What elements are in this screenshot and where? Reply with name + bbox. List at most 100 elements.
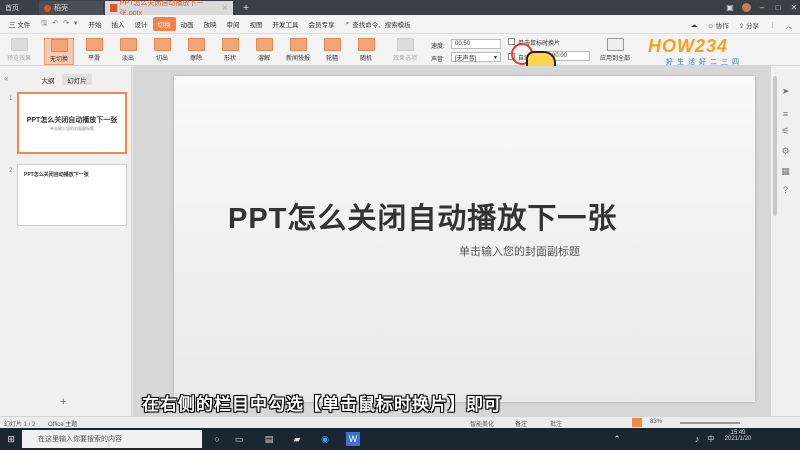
tray-icons[interactable]: ⌃ [610, 432, 624, 446]
transition-newsflash[interactable]: 新闻快报 [283, 38, 313, 65]
slide-thumbnail-2[interactable]: PPT怎么关闭自动播放下一张 [17, 164, 127, 226]
tab-document[interactable]: PPT怎么关闭自动播放下一张.pptx ✕ [105, 0, 233, 17]
adjust-icon[interactable]: ≡ [780, 108, 791, 119]
grid-icon[interactable]: ▦ [780, 166, 791, 177]
settings-icon[interactable]: ⚙ [780, 146, 791, 157]
collab-button[interactable]: ☺ 协作 [707, 20, 728, 30]
more-options-icon[interactable]: ⋮ [769, 21, 776, 29]
quick-access-icons: 🖫 ↶ ↷ ▾ [41, 19, 77, 30]
transition-fade[interactable]: 淡出 [113, 38, 143, 65]
thumb-title: PPT怎么关闭自动播放下一张 [24, 172, 89, 178]
menu-right-group: ☁ ☺ 协作 ⇪ 分享 ⋮ ︿ [691, 15, 792, 34]
menu-home[interactable]: 开始 [84, 17, 107, 31]
more-icon[interactable]: ▾ [74, 19, 78, 30]
transition-label: 擦除 [189, 56, 202, 62]
clock[interactable]: 15:49 2021/1/20 [718, 430, 758, 442]
avatar[interactable] [738, 0, 754, 15]
tab-home-label: 首页 [5, 5, 19, 12]
collapse-ribbon-icon[interactable]: ︿ [786, 20, 793, 30]
slide-canvas[interactable]: PPT怎么关闭自动播放下一张 单击输入您的封面副标题 [174, 76, 755, 402]
select-icon[interactable]: ➤ [780, 86, 791, 97]
store-icon[interactable]: ▤ [262, 432, 276, 446]
transition-shape[interactable]: 形状 [215, 38, 245, 65]
menu-design[interactable]: 设计 [130, 17, 153, 31]
wps-icon[interactable]: W [346, 432, 360, 446]
cloud-icon[interactable]: ☁ [691, 21, 698, 29]
tab-slides[interactable]: 幻灯片 [62, 74, 92, 85]
minimize-icon[interactable]: – [754, 0, 770, 15]
tab-docer[interactable]: 稻壳 [39, 1, 103, 15]
menu-animation[interactable]: 动画 [176, 17, 199, 31]
transition-smooth[interactable]: 平滑 [79, 38, 109, 65]
play-icon[interactable] [632, 418, 642, 427]
menu-transitions[interactable]: 切换 [152, 17, 176, 31]
zoom-level: 83% [650, 419, 663, 425]
help-icon[interactable]: ? [780, 184, 791, 195]
preview-icon [10, 38, 28, 51]
save-icon[interactable]: 🖫 [41, 19, 47, 30]
transition-random[interactable]: 随机 [351, 38, 381, 65]
transition-wheel[interactable]: 轮辐 [317, 38, 347, 65]
language-indicator[interactable]: 中 [704, 432, 718, 446]
cortana-icon[interactable]: ○ [210, 432, 224, 446]
close-tab-icon[interactable]: ✕ [222, 4, 228, 12]
collab-label: 协作 [715, 22, 729, 30]
transition-label: 随机 [359, 56, 372, 62]
effect-options-button[interactable]: 效果选项 [390, 38, 420, 65]
taskbar-search[interactable]: 在这里输入你要搜索的内容 [22, 430, 202, 448]
menu-review[interactable]: 审阅 [222, 17, 245, 31]
sound-select[interactable]: [无声音] ▾ [451, 52, 501, 62]
transition-none[interactable]: 无切换 [44, 38, 74, 65]
smart-beautify-button[interactable]: 智能美化 [470, 419, 494, 428]
transition-label: 淡出 [121, 56, 134, 62]
new-tab-button[interactable]: + [238, 1, 254, 15]
collab-icon: ☺ [707, 22, 714, 30]
speed-label: 速度: [431, 44, 445, 50]
speed-field[interactable]: 00.50 [451, 39, 501, 49]
notes-button[interactable]: 备注 [515, 419, 527, 428]
video-caption: 在右侧的栏目中勾选【单击鼠标时换片】即可 [142, 395, 502, 414]
task-view-icon[interactable]: ▭ [232, 432, 246, 446]
transition-cut[interactable]: 切出 [147, 38, 177, 65]
maximize-icon[interactable]: □ [770, 0, 786, 15]
tab-home[interactable]: 首页 [0, 1, 38, 15]
redo-icon[interactable]: ↷ [63, 19, 69, 30]
file-menu[interactable]: 三 文件 [4, 17, 35, 31]
slide-thumbnail-1[interactable]: PPT怎么关闭自动播放下一张 单击输入您的封面副标题 [17, 92, 127, 154]
undo-icon[interactable]: ↶ [52, 19, 58, 30]
explorer-icon[interactable]: ▰ [290, 432, 304, 446]
comments-button[interactable]: 批注 [550, 419, 562, 428]
window-titlebar: 首页 稻壳 PPT怎么关闭自动播放下一张.pptx ✕ + ▣ – □ ✕ [0, 0, 800, 17]
watermark-logo: HOW234 好生活好二三四 [648, 36, 770, 66]
click-advance-checkbox[interactable] [508, 38, 515, 45]
preview-effect-button[interactable]: 预览效果 [4, 38, 34, 65]
menu-developer[interactable]: 开发工具 [268, 17, 304, 31]
transition-label: 形状 [223, 56, 236, 62]
transition-wipe[interactable]: 擦除 [181, 38, 211, 65]
add-slide-button[interactable]: + [60, 396, 66, 408]
tab-outline[interactable]: 大纲 [36, 74, 60, 85]
transition-dissolve-icon [255, 38, 273, 51]
windows-start-icon[interactable]: ⊞ [4, 432, 18, 446]
layout-icon[interactable]: ▣ [722, 0, 738, 15]
transition-dissolve[interactable]: 溶解 [249, 38, 279, 65]
vertical-scrollbar[interactable] [773, 76, 777, 216]
share-button[interactable]: ⇪ 分享 [739, 20, 759, 30]
command-search[interactable]: ⌕ 查找命令、搜索模板 [346, 19, 411, 29]
format-icon[interactable]: ⚟ [780, 126, 791, 137]
menu-member[interactable]: 会员专享 [304, 17, 340, 31]
menu-view[interactable]: 视图 [245, 17, 268, 31]
thumb-title: PPT怎么关闭自动播放下一张 [26, 117, 118, 124]
transition-none-icon [50, 39, 68, 52]
apply-all-label: 应用到全部 [599, 56, 630, 62]
zoom-slider[interactable] [680, 422, 740, 424]
menu-insert[interactable]: 插入 [107, 17, 130, 31]
collapse-panel-icon[interactable]: « [4, 74, 8, 83]
slide-title[interactable]: PPT怎么关闭自动播放下一张 [228, 195, 617, 237]
volume-icon[interactable]: ♪ [690, 432, 704, 446]
apply-all-button[interactable]: 应用到全部 [598, 38, 632, 65]
menu-slideshow[interactable]: 放映 [199, 17, 222, 31]
close-window-icon[interactable]: ✕ [786, 0, 800, 15]
slide-subtitle[interactable]: 单击输入您的封面副标题 [174, 243, 755, 259]
edge-icon[interactable]: ◉ [318, 432, 332, 446]
